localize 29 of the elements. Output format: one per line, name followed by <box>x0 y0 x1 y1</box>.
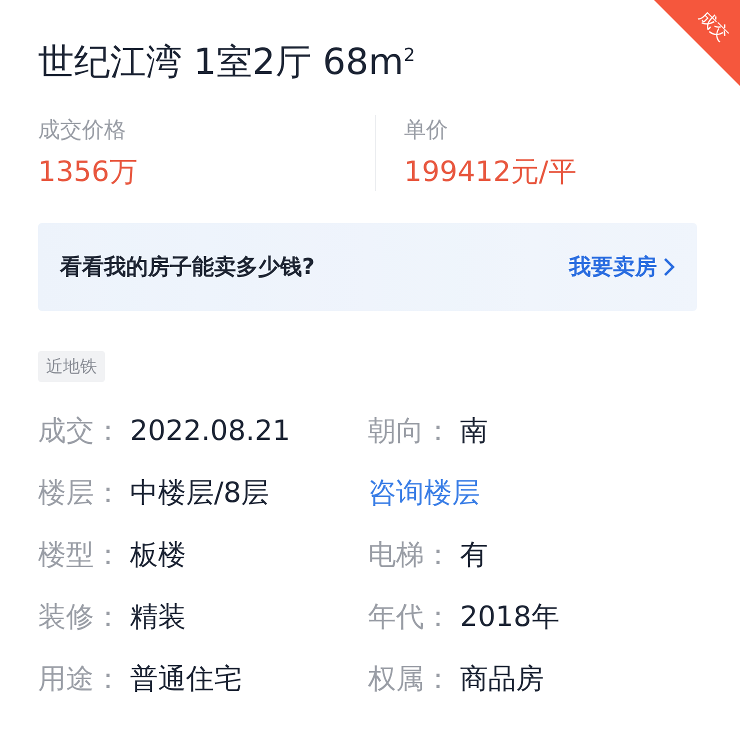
detail-value: 普通住宅 <box>130 661 242 697</box>
detail-label: 朝向： <box>368 413 453 449</box>
detail-label: 权属： <box>368 661 453 697</box>
listing-title: 世纪江湾 1室2厅 68m$^{2}$ <box>38 41 416 85</box>
detail-label: 用途： <box>38 661 123 697</box>
consult-link[interactable]: 咨询楼层 <box>368 474 480 511</box>
detail-value: 2022.08.21 <box>130 413 290 449</box>
sell-link[interactable]: 我要卖房 <box>569 252 675 282</box>
detail-value: 有 <box>460 537 488 573</box>
detail-label: 成交： <box>38 413 123 449</box>
detail-value: 板楼 <box>130 537 186 573</box>
feature-tag: 近地铁 <box>38 351 105 382</box>
detail-value: 2018年 <box>460 599 560 635</box>
detail-value: 精装 <box>130 599 186 635</box>
detail-label: 电梯： <box>368 537 453 573</box>
detail-label: 装修： <box>38 599 123 635</box>
banner-text: 看看我的房子能卖多少钱? <box>60 254 315 282</box>
detail-label: 楼型： <box>38 537 123 573</box>
chevron-right-icon <box>663 257 675 277</box>
price-label: 单价 <box>404 117 449 145</box>
price-value: 199412元/平 <box>404 154 576 190</box>
detail-value: 南 <box>460 413 488 449</box>
price-value: 1356万 <box>38 154 138 190</box>
detail-label: 年代： <box>368 599 453 635</box>
price-label: 成交价格 <box>38 117 127 145</box>
detail-value: 商品房 <box>460 661 544 697</box>
ribbon-label: 成交 <box>694 8 732 45</box>
detail-label: 楼层： <box>38 475 123 511</box>
detail-value: 中楼层/8层 <box>130 475 270 511</box>
